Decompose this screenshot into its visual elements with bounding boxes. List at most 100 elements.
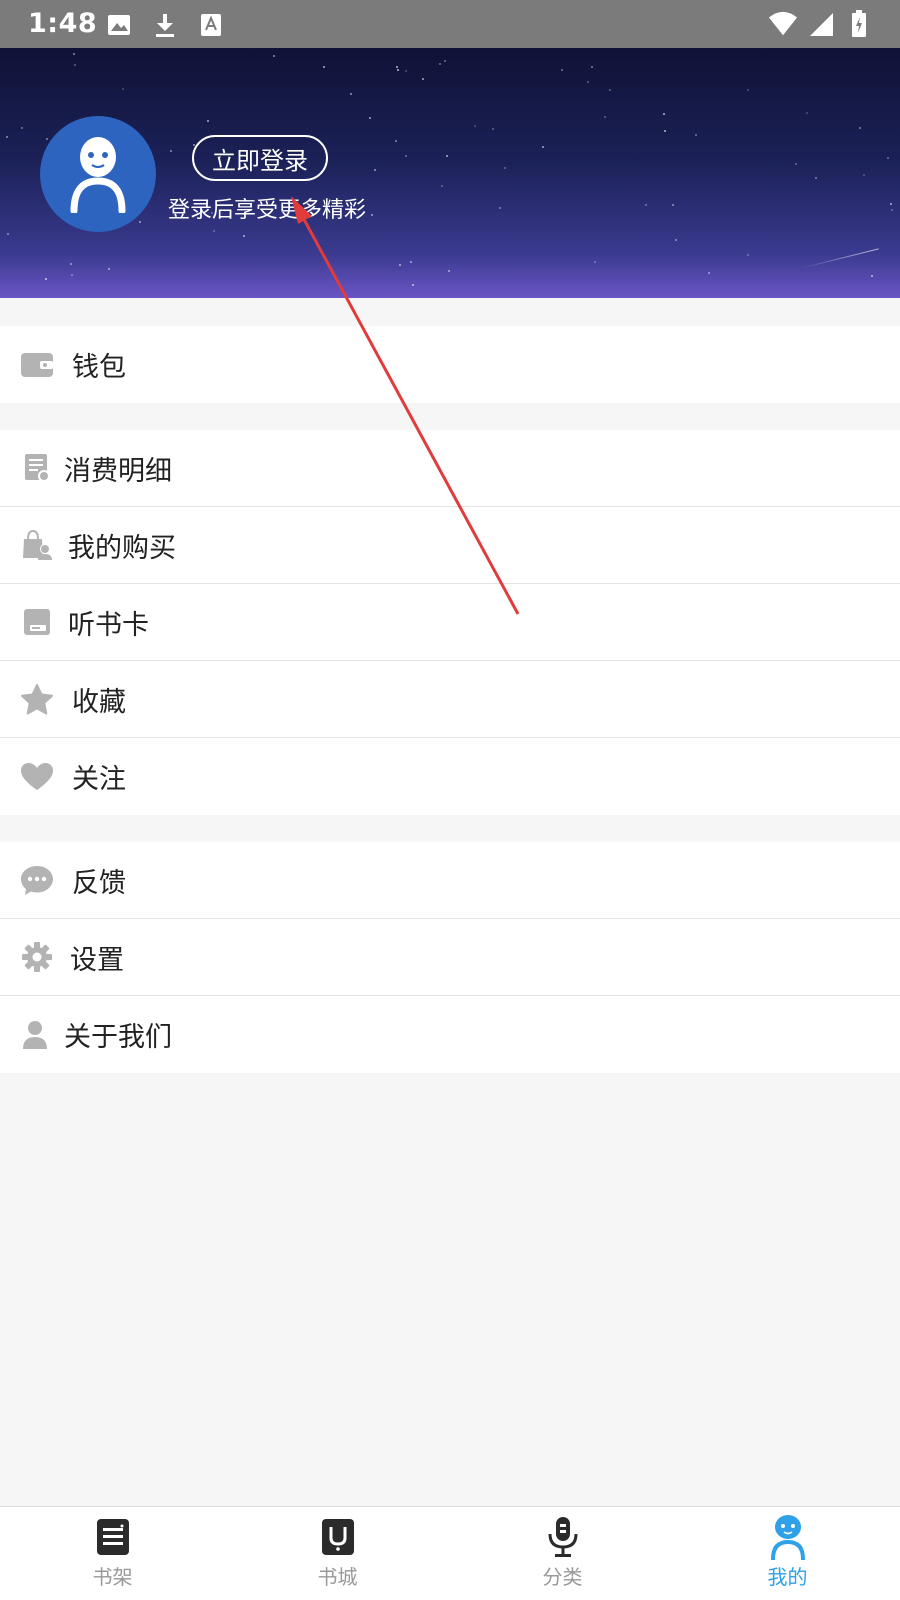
star-dot [795,163,797,165]
nav-tab-category[interactable]: 分类 [450,1507,675,1600]
menu-item-label: 关注 [72,764,126,795]
star-dot [6,136,8,138]
profile-header: 立即登录 登录后享受更多精彩 [0,48,900,298]
star-dot [405,70,407,72]
star-icon [20,682,54,716]
profile-icon [766,1515,810,1560]
star-dot [395,140,397,142]
star-dot [243,235,245,237]
star-dot [410,261,412,263]
star-dot [871,275,873,277]
person-icon [18,1018,52,1052]
star-dot [499,207,501,209]
app-section: 反馈 设置 关于我们 [0,842,900,1073]
star-dot [587,81,589,83]
star-dot [591,66,593,68]
star-dot [405,155,407,157]
star-dot [747,254,749,256]
menu-item-audiobook-card[interactable]: 听书卡 [0,584,900,661]
star-dot [73,53,75,55]
menu-item-settings[interactable]: 设置 [0,919,900,996]
star-dot [474,125,476,127]
star-dot [492,128,494,130]
star-dot [664,130,666,132]
bookstore-icon [316,1515,360,1559]
menu-item-spending-details[interactable]: 消费明细 [0,430,900,507]
system-icons [768,9,874,39]
menu-item-wallet[interactable]: 钱包 [0,326,900,403]
nav-label: 书架 [92,1565,133,1589]
star-dot [323,66,325,68]
heart-icon [20,760,54,794]
star-dot [675,239,677,241]
login-subtitle: 登录后享受更多精彩 [168,198,367,223]
download-icon [150,10,180,40]
star-dot [663,113,665,115]
star-dot [397,69,399,71]
nav-tab-mine[interactable]: 我的 [675,1507,900,1600]
menu-item-favorites[interactable]: 收藏 [0,661,900,738]
chat-bubble-icon [20,863,54,897]
star-dot [604,116,606,118]
star-dot [374,169,376,171]
gear-icon [20,940,54,974]
star-dot [369,117,371,119]
star-dot [74,64,76,66]
star-dot [108,268,110,270]
menu-item-feedback[interactable]: 反馈 [0,842,900,919]
receipt-icon [20,451,54,485]
star-dot [70,263,72,265]
login-button[interactable]: 立即登录 [192,135,328,181]
star-dot [207,120,209,122]
star-dot [504,167,506,169]
wallet-icon [20,348,54,382]
menu-item-my-purchases[interactable]: 我的购买 [0,507,900,584]
star-dot [7,233,9,235]
star-dot [890,203,892,205]
star-dot [139,221,141,223]
menu-item-following[interactable]: 关注 [0,738,900,815]
account-section: 消费明细 我的购买 听书卡 收藏 关注 [0,430,900,815]
shopping-bag-icon [20,528,54,562]
status-time: 1:48 [28,8,98,39]
bookshelf-icon [91,1515,135,1559]
battery-icon [844,9,874,39]
star-dot [448,270,450,272]
star-dot [273,55,275,57]
star-dot [350,93,352,95]
star-dot [609,89,611,91]
star-dot [71,274,73,276]
star-dot [444,60,446,62]
status-bar: 1:48 [0,0,900,48]
star-dot [422,78,424,80]
star-dot [645,204,647,206]
star-dot [863,174,865,176]
star-dot [747,89,749,91]
star-dot [542,146,544,148]
menu-item-about-us[interactable]: 关于我们 [0,996,900,1073]
wallet-section: 钱包 [0,326,900,403]
star-dot [708,272,710,274]
star-dot [891,209,893,211]
star-dot [672,204,674,206]
star-dot [371,214,373,216]
nav-label: 书城 [317,1565,358,1589]
star-dot [815,177,817,179]
nav-tab-bookstore[interactable]: 书城 [225,1507,450,1600]
wifi-icon [768,9,798,39]
signal-icon [806,9,836,39]
nav-tab-bookshelf[interactable]: 书架 [0,1507,225,1600]
menu-item-label: 设置 [70,944,124,976]
star-dot [859,127,861,129]
star-dot [213,230,215,232]
menu-item-label: 听书卡 [68,609,149,641]
star-dot [21,127,23,129]
menu-item-label: 收藏 [72,686,126,718]
avatar[interactable] [40,116,156,232]
menu-item-label: 关于我们 [64,1022,172,1053]
star-dot [806,112,808,114]
menu-item-label: 反馈 [72,867,126,899]
nav-label: 我的 [767,1565,808,1589]
star-dot [122,88,124,90]
star-dot [441,185,443,187]
